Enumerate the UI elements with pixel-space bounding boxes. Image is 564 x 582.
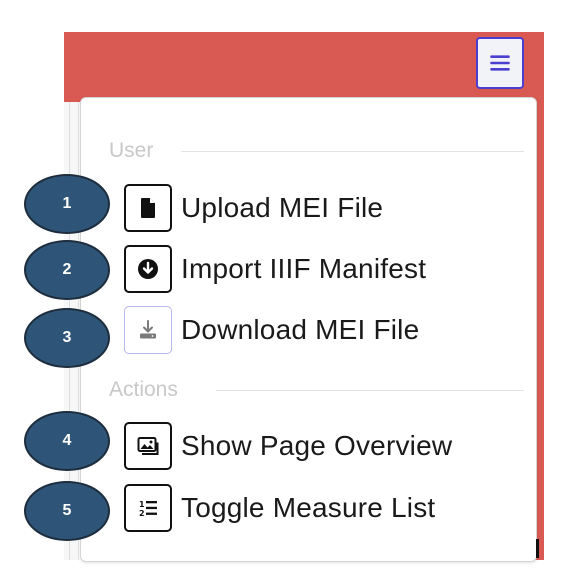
menu-item-label: Show Page Overview xyxy=(181,430,453,461)
menu-item-import-iiif[interactable]: Import IIIF Manifest xyxy=(124,245,426,293)
download-icon xyxy=(124,306,172,354)
step-badge-5: 5 xyxy=(24,481,110,541)
step-badge-3: 3 xyxy=(24,308,110,368)
menu-item-toggle-measure-list[interactable]: 12 Toggle Measure List xyxy=(124,484,435,532)
step-badge-4: 4 xyxy=(24,411,110,471)
menu-item-upload-mei[interactable]: Upload MEI File xyxy=(124,184,383,232)
dropdown-menu: User Upload MEI File Import IIIF Manifes… xyxy=(80,97,537,562)
step-badge-2: 2 xyxy=(24,240,110,300)
menu-item-label: Download MEI File xyxy=(181,314,420,345)
menu-item-label: Import IIIF Manifest xyxy=(181,253,427,284)
hamburger-icon xyxy=(490,55,510,71)
menu-item-show-page-overview[interactable]: Show Page Overview xyxy=(124,422,452,470)
menu-item-label: Toggle Measure List xyxy=(181,492,436,523)
top-navbar xyxy=(64,32,544,102)
image-icon xyxy=(124,422,172,470)
step-badge-1: 1 xyxy=(24,174,110,234)
section-divider xyxy=(216,390,524,391)
svg-text:1: 1 xyxy=(139,500,145,509)
file-icon xyxy=(124,184,172,232)
section-header-user: User xyxy=(109,139,154,162)
section-header-actions: Actions xyxy=(109,378,178,401)
section-divider xyxy=(181,151,524,152)
numbered-list-icon: 12 xyxy=(124,484,172,532)
svg-text:2: 2 xyxy=(139,509,145,518)
menu-item-download-mei[interactable]: Download MEI File xyxy=(124,306,419,354)
menu-item-label: Upload MEI File xyxy=(181,192,384,223)
arrow-circle-down-icon xyxy=(124,245,172,293)
hamburger-menu-button[interactable] xyxy=(476,37,524,89)
text-cursor xyxy=(536,539,539,558)
